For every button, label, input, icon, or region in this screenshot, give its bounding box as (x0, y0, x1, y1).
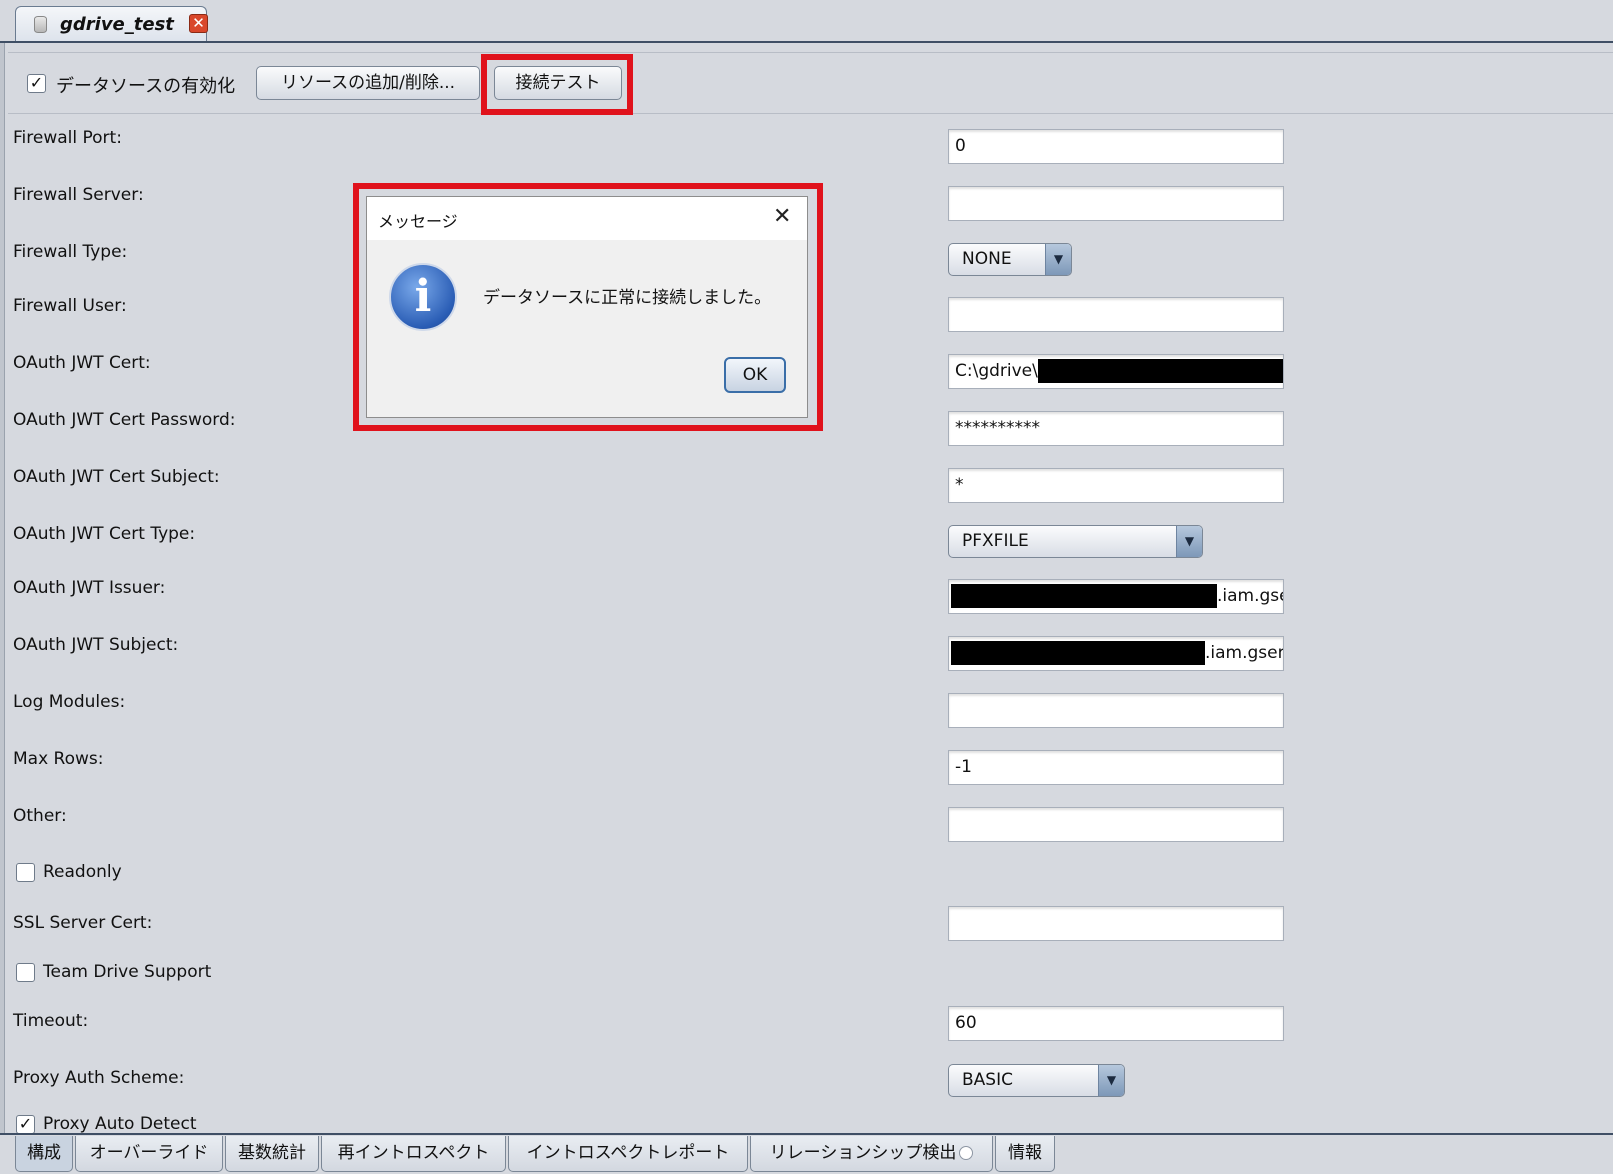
highlight-box-test-button (481, 54, 633, 115)
oauth-jwt-cert-type-label: OAuth JWT Cert Type: (13, 524, 196, 544)
redacted-block (951, 584, 1217, 608)
chevron-down-icon[interactable]: ▼ (1176, 526, 1202, 557)
firewall-port-input[interactable]: 0 (948, 129, 1284, 164)
redacted-block (1037, 359, 1283, 383)
oauth-jwt-cert-subject-input[interactable]: * (948, 468, 1284, 503)
other-label: Other: (13, 806, 67, 826)
oauth-jwt-cert-value: C:\gdrive\ (955, 361, 1038, 381)
log-modules-label: Log Modules: (13, 692, 126, 712)
enable-datasource-label: データソースの有効化 (56, 76, 236, 97)
team-drive-support-label: Team Drive Support (43, 962, 212, 982)
tab-relationship-detection[interactable]: リレーションシップ検出 (750, 1136, 993, 1172)
enable-datasource-checkbox[interactable]: ✓ (27, 74, 46, 93)
oauth-jwt-cert-input[interactable]: C:\gdrive\ (948, 354, 1284, 389)
editor-tab-title: gdrive_test (60, 14, 174, 35)
firewall-user-input[interactable] (948, 297, 1284, 332)
proxy-auto-detect-label: Proxy Auto Detect (43, 1114, 197, 1133)
oauth-jwt-subject-value: .iam.gser (1205, 643, 1284, 663)
firewall-type-value: NONE (962, 249, 1012, 269)
timeout-label: Timeout: (13, 1011, 89, 1031)
oauth-jwt-issuer-input[interactable]: .iam.gse (948, 579, 1284, 614)
highlight-box-dialog (353, 183, 823, 431)
oauth-jwt-cert-subject-label: OAuth JWT Cert Subject: (13, 467, 220, 487)
firewall-server-input[interactable] (948, 186, 1284, 221)
timeout-input[interactable]: 60 (948, 1006, 1284, 1041)
team-drive-support-checkbox[interactable] (16, 962, 35, 982)
log-modules-input[interactable] (948, 693, 1284, 728)
left-border (0, 43, 5, 1133)
tab-configuration[interactable]: 構成 (15, 1136, 73, 1172)
proxy-auth-scheme-value: BASIC (962, 1070, 1013, 1090)
oauth-jwt-cert-type-select[interactable]: PFXFILE ▼ (948, 525, 1203, 558)
readonly-label: Readonly (43, 862, 122, 882)
firewall-type-label: Firewall Type: (13, 242, 128, 262)
proxy-auto-detect-checkbox[interactable]: ✓ (16, 1114, 35, 1133)
oauth-jwt-cert-password-label: OAuth JWT Cert Password: (13, 410, 236, 430)
tab-relationship-detection-label: リレーションシップ検出 (769, 1143, 957, 1163)
tab-override[interactable]: オーバーライド (75, 1136, 223, 1172)
team-drive-row[interactable]: Team Drive Support (16, 962, 211, 982)
toolbar: ✓ データソースの有効化 リソースの追加/削除... 接続テスト (8, 52, 1613, 114)
tab-cardinality-stats[interactable]: 基数統計 (225, 1136, 319, 1172)
status-indicator-icon (959, 1146, 974, 1160)
proxy-auth-scheme-label: Proxy Auth Scheme: (13, 1068, 185, 1088)
close-tab-icon[interactable]: ✕ (189, 14, 208, 33)
firewall-server-label: Firewall Server: (13, 185, 144, 205)
add-remove-resources-button[interactable]: リソースの追加/削除... (256, 66, 480, 100)
readonly-checkbox[interactable] (16, 862, 35, 882)
proxy-auth-scheme-select[interactable]: BASIC ▼ (948, 1064, 1125, 1097)
oauth-jwt-cert-type-value: PFXFILE (962, 531, 1029, 551)
readonly-row[interactable]: Readonly (16, 862, 122, 882)
firewall-user-label: Firewall User: (13, 296, 127, 316)
firewall-port-label: Firewall Port: (13, 128, 122, 148)
oauth-jwt-issuer-value: .iam.gse (1217, 586, 1284, 606)
ssl-server-cert-input[interactable] (948, 906, 1284, 941)
oauth-jwt-issuer-label: OAuth JWT Issuer: (13, 578, 166, 598)
oauth-jwt-cert-password-input[interactable]: ********** (948, 411, 1284, 446)
max-rows-input[interactable]: -1 (948, 750, 1284, 785)
chevron-down-icon[interactable]: ▼ (1045, 244, 1071, 275)
max-rows-label: Max Rows: (13, 749, 104, 769)
tab-divider (0, 41, 1613, 43)
tab-reintrospect[interactable]: 再イントロスペクト (321, 1136, 506, 1172)
tab-info[interactable]: 情報 (995, 1136, 1055, 1172)
editor-tab[interactable]: gdrive_test ✕ (15, 6, 208, 42)
chevron-down-icon[interactable]: ▼ (1098, 1065, 1124, 1096)
oauth-jwt-subject-label: OAuth JWT Subject: (13, 635, 179, 655)
ssl-server-cert-label: SSL Server Cert: (13, 913, 153, 933)
other-input[interactable] (948, 807, 1284, 842)
tab-introspect-report[interactable]: イントロスペクトレポート (508, 1136, 748, 1172)
database-icon (34, 16, 47, 33)
oauth-jwt-cert-label: OAuth JWT Cert: (13, 353, 151, 373)
proxy-auto-detect-row[interactable]: ✓ Proxy Auto Detect (16, 1114, 197, 1133)
firewall-type-select[interactable]: NONE ▼ (948, 243, 1072, 276)
oauth-jwt-subject-input[interactable]: .iam.gser (948, 636, 1284, 671)
redacted-block (951, 641, 1205, 665)
